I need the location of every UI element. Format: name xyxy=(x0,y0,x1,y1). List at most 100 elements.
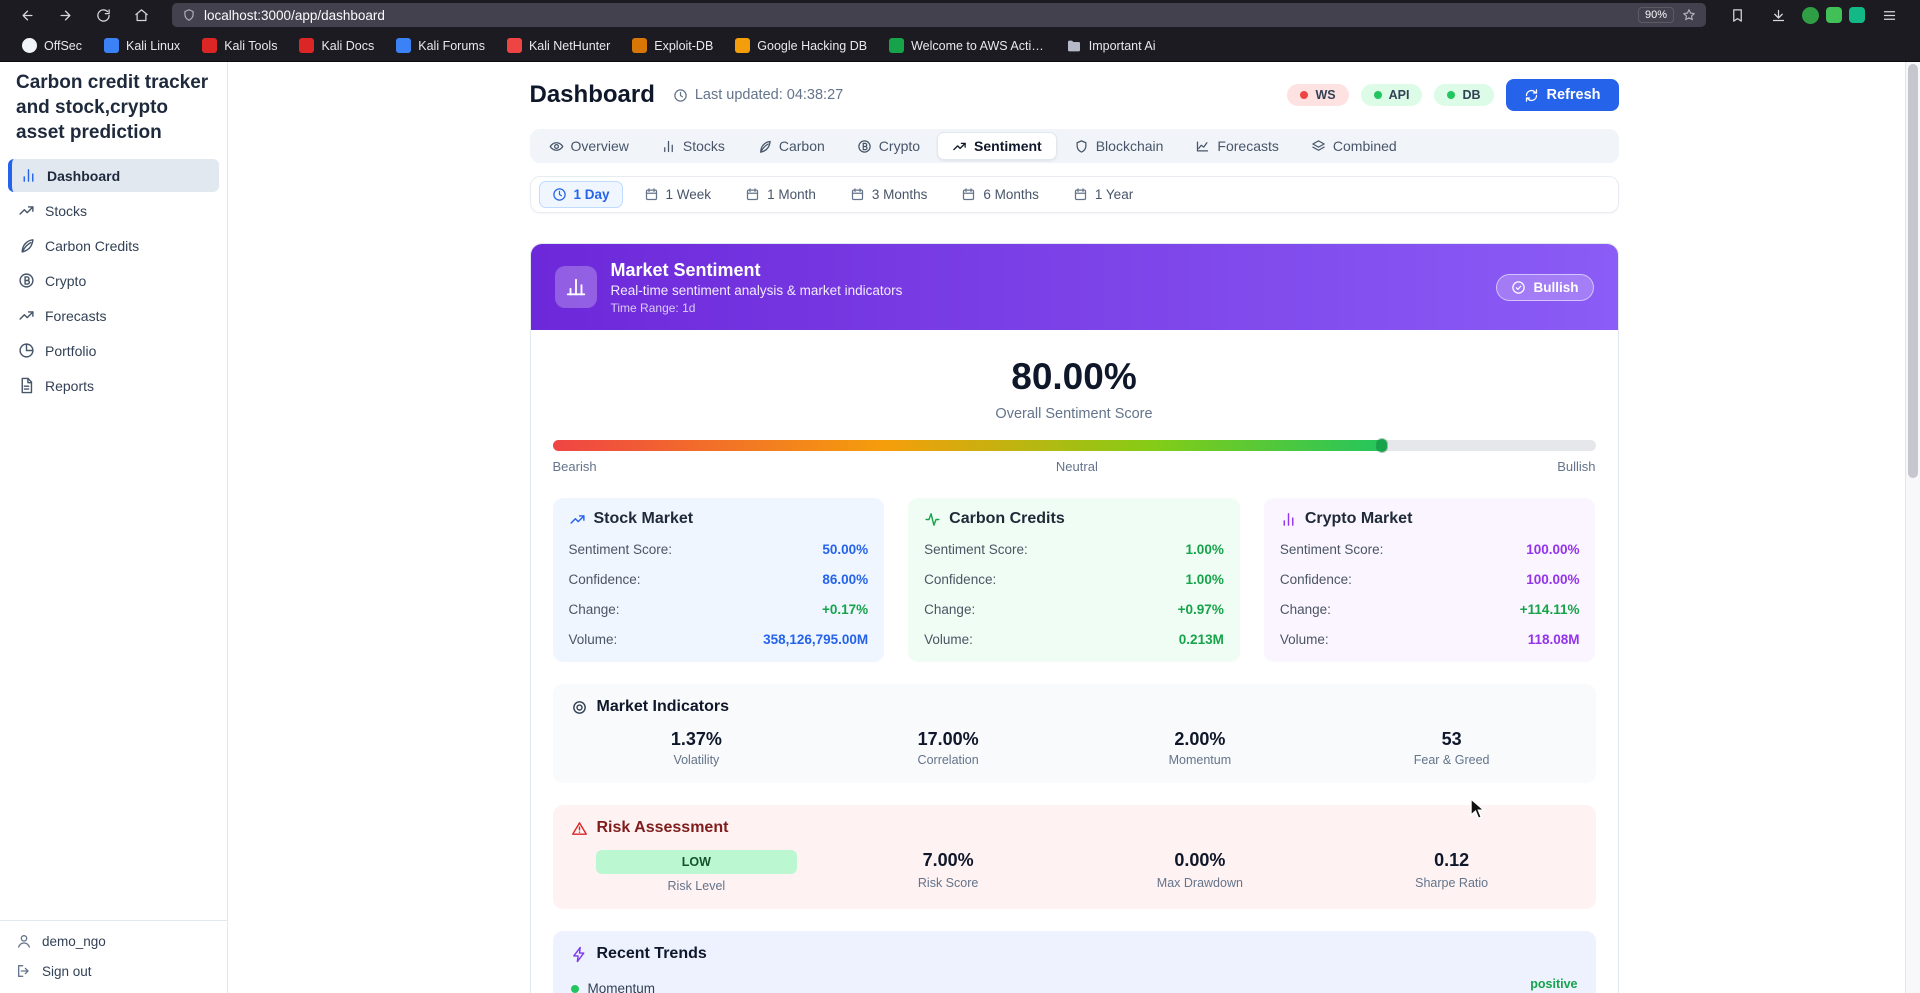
bookmark-item[interactable]: OffSec xyxy=(22,38,82,53)
stat-row: Confidence: 1.00% xyxy=(924,564,1224,594)
sidebar-item-stocks[interactable]: Stocks xyxy=(8,194,219,227)
indicator-label: Correlation xyxy=(917,753,979,767)
url-text[interactable]: localhost:3000/app/dashboard xyxy=(204,8,1630,23)
tab-label: Crypto xyxy=(878,138,921,154)
bookmark-label: Kali Linux xyxy=(125,38,181,53)
risk-cell: 7.00% Risk Score xyxy=(822,850,1074,893)
tab-overview[interactable]: Overview xyxy=(534,132,644,160)
menu-button[interactable] xyxy=(1872,2,1906,28)
bookmark-label: Exploit-DB xyxy=(654,38,714,53)
bookmark-item[interactable]: Kali Linux xyxy=(103,38,181,53)
stat-row: Volume: 118.08M xyxy=(1280,624,1580,654)
line-chart-icon xyxy=(1197,141,1209,151)
range-1-month[interactable]: 1 Month xyxy=(732,181,829,208)
crypto-market-card: Crypto Market Sentiment Score: 100.00% Co… xyxy=(1263,498,1596,662)
bookmark-item[interactable]: Kali NetHunter xyxy=(506,38,610,53)
tab-crypto[interactable]: Crypto xyxy=(842,132,935,160)
tab-sentiment[interactable]: Sentiment xyxy=(937,132,1057,160)
range-1-day[interactable]: 1 Day xyxy=(538,181,623,208)
home-button[interactable] xyxy=(124,2,158,28)
url-bar[interactable]: localhost:3000/app/dashboard 90% xyxy=(172,3,1706,27)
sidebar-item-carbon-credits[interactable]: Carbon Credits xyxy=(8,229,219,262)
bar-chart-icon xyxy=(663,140,673,152)
tab-forecasts[interactable]: Forecasts xyxy=(1180,132,1293,160)
shield-icon xyxy=(1076,139,1087,153)
bookmark-star-icon[interactable] xyxy=(1682,8,1696,22)
status-badge-db: DB xyxy=(1434,84,1494,106)
library-button[interactable] xyxy=(1720,2,1754,28)
range-label: 1 Week xyxy=(665,187,712,202)
bookmark-item[interactable]: Welcome to AWS Acti… xyxy=(889,38,1044,53)
sentiment-header: Market Sentiment Real-time sentiment ana… xyxy=(530,244,1618,330)
tab-combined[interactable]: Combined xyxy=(1296,132,1412,160)
favicon xyxy=(299,38,315,53)
sidebar-item-portfolio[interactable]: Portfolio xyxy=(8,334,219,367)
extension-icon[interactable] xyxy=(1849,7,1865,23)
bookmark-item[interactable]: Exploit-DB xyxy=(632,38,713,53)
risk-cell: 0.12 Sharpe Ratio xyxy=(1326,850,1578,893)
market-indicators-panel: Market Indicators 1.37% Volatility 17.00%… xyxy=(552,684,1596,783)
stat-row: Change: +0.17% xyxy=(569,594,869,624)
sidebar-item-reports[interactable]: Reports xyxy=(8,369,219,402)
bookmark-folder[interactable]: Important Ai xyxy=(1066,38,1156,54)
sidebar-item-crypto[interactable]: Crypto xyxy=(8,264,219,297)
forward-button[interactable] xyxy=(48,2,82,28)
bookmark-item[interactable]: Kali Docs xyxy=(299,38,374,53)
downloads-button[interactable] xyxy=(1761,2,1795,28)
page-scrollbar[interactable] xyxy=(1905,62,1920,993)
page-title: Dashboard xyxy=(529,81,655,108)
target-icon xyxy=(572,700,586,714)
signout-label: Sign out xyxy=(42,963,92,979)
stat-label: Change: xyxy=(924,601,976,617)
trending-up-icon xyxy=(19,206,34,215)
scrollbar-thumb[interactable] xyxy=(1908,64,1918,478)
page-header: Dashboard Last updated: 04:38:27 WS API … xyxy=(530,75,1619,115)
username: demo_ngo xyxy=(42,933,106,949)
indicator-value: 17.00% xyxy=(917,729,979,749)
shield-permissions-icon[interactable] xyxy=(182,8,196,22)
refresh-button[interactable]: Refresh xyxy=(1505,79,1619,111)
extension-icon[interactable] xyxy=(1802,6,1819,24)
zoom-indicator[interactable]: 90% xyxy=(1637,7,1674,23)
stat-value: 100.00% xyxy=(1526,541,1580,557)
reload-button[interactable] xyxy=(86,2,120,28)
tab-stocks[interactable]: Stocks xyxy=(646,132,740,160)
range-1-year[interactable]: 1 Year xyxy=(1060,181,1146,208)
trend-row: Momentum positive Medium impact xyxy=(570,977,1578,993)
signout-button[interactable]: Sign out xyxy=(16,963,211,979)
sidebar-item-label: Stocks xyxy=(45,202,88,219)
sidebar-footer: demo_ngo Sign out xyxy=(0,920,227,993)
bookmark-label: Important Ai xyxy=(1088,38,1156,53)
sidebar-item-dashboard[interactable]: Dashboard xyxy=(8,159,219,193)
bookmark-item[interactable]: Kali Forums xyxy=(396,38,485,53)
bar-chart-icon xyxy=(23,169,34,183)
gauge-max-label: Bullish xyxy=(1557,459,1596,474)
range-label: 6 Months xyxy=(983,187,1039,202)
range-3-months[interactable]: 3 Months xyxy=(837,181,941,208)
sidebar-item-forecasts[interactable]: Forecasts xyxy=(8,299,219,332)
back-button[interactable] xyxy=(10,2,44,28)
stat-row: Change: +0.97% xyxy=(924,594,1224,624)
overall-score-label: Overall Sentiment Score xyxy=(995,406,1153,422)
tab-carbon[interactable]: Carbon xyxy=(742,132,840,160)
trending-up-icon xyxy=(19,311,34,320)
risk-assessment-panel: Risk Assessment LOW Risk Level 7.00% Risk … xyxy=(552,805,1596,909)
stat-value: 118.08M xyxy=(1527,631,1580,647)
bookmark-item[interactable]: Google Hacking DB xyxy=(735,38,867,53)
stat-value: +114.11% xyxy=(1519,601,1580,617)
bookmark-item[interactable]: Kali Tools xyxy=(202,38,277,53)
range-1-week[interactable]: 1 Week xyxy=(631,181,725,208)
gauge-marker xyxy=(1376,439,1387,452)
indicator-label: Fear & Greed xyxy=(1413,753,1490,767)
range-6-months[interactable]: 6 Months xyxy=(948,181,1052,208)
bar-chart-icon xyxy=(1283,512,1294,526)
stat-value: +0.17% xyxy=(821,601,869,617)
indicator-label: Momentum xyxy=(1168,753,1232,767)
status-dot xyxy=(1373,91,1382,99)
tab-blockchain[interactable]: Blockchain xyxy=(1059,132,1179,160)
trend-status: positive xyxy=(1530,977,1578,991)
indicator-value: 2.00% xyxy=(1174,729,1226,749)
calendar-icon xyxy=(645,188,657,201)
extension-icon[interactable] xyxy=(1826,7,1842,23)
panel-title: Risk Assessment xyxy=(596,819,729,836)
